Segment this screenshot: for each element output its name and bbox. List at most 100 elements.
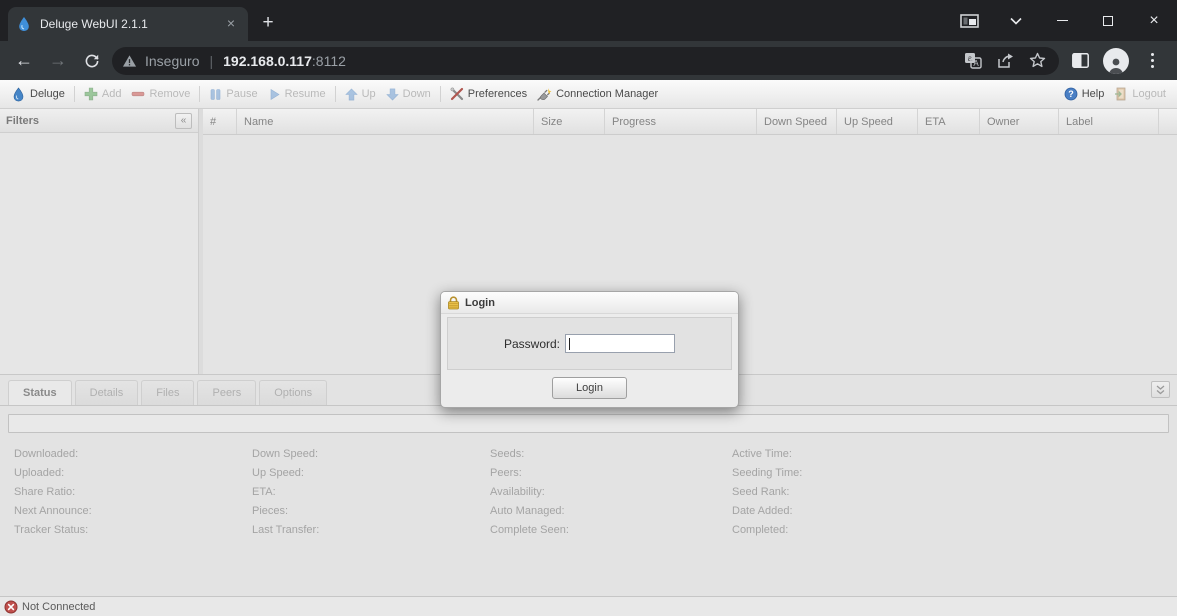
back-button[interactable]: ← xyxy=(10,47,38,75)
field-label-eta: ETA: xyxy=(252,483,490,502)
connection-status-text: Not Connected xyxy=(22,601,95,613)
chevron-down-icon[interactable] xyxy=(993,4,1039,38)
deluge-home-button[interactable]: Deluge xyxy=(6,84,70,105)
double-chevron-down-icon xyxy=(1156,385,1165,395)
field-label-tracker-status: Tracker Status: xyxy=(14,521,252,540)
field-label-seeds: Seeds: xyxy=(490,445,732,464)
browser-tab[interactable]: Deluge WebUI 2.1.1 × xyxy=(8,7,248,41)
login-dialog-body: Password: xyxy=(447,317,732,370)
status-progress-bar xyxy=(8,414,1169,433)
remove-torrent-button[interactable]: Remove xyxy=(126,84,195,104)
login-submit-button[interactable]: Login xyxy=(552,377,627,399)
security-label[interactable]: Inseguro xyxy=(145,53,199,69)
status-fields: Downloaded: Uploaded: Share Ratio: Next … xyxy=(0,441,1177,540)
toolbar-separator xyxy=(335,86,336,102)
queue-down-button[interactable]: Down xyxy=(381,85,436,104)
filters-panel: Filters « xyxy=(0,109,199,374)
login-dialog: Login Password: Login xyxy=(440,291,739,408)
tab-options[interactable]: Options xyxy=(259,380,327,405)
deluge-favicon-droplet-icon xyxy=(16,16,32,32)
pause-button[interactable]: Pause xyxy=(204,85,262,104)
field-label-pieces: Pieces: xyxy=(252,502,490,521)
column-header-progress[interactable]: Progress xyxy=(605,109,757,134)
resume-button[interactable]: Resume xyxy=(263,85,331,104)
filters-collapse-button[interactable]: « xyxy=(175,113,192,129)
connection-statusbar: Not Connected xyxy=(0,596,1177,616)
column-header-name[interactable]: Name xyxy=(237,109,534,134)
filters-panel-header: Filters « xyxy=(0,109,198,133)
profile-avatar[interactable] xyxy=(1101,46,1131,76)
window-controls: × xyxy=(946,0,1177,41)
column-header-eta[interactable]: ETA xyxy=(918,109,980,134)
field-label-peers: Peers: xyxy=(490,464,732,483)
field-label-active-time: Active Time: xyxy=(732,445,1177,464)
tab-files[interactable]: Files xyxy=(141,380,194,405)
address-bar: ← → Inseguro | 192.168.0.117:8112 a A xyxy=(0,41,1177,80)
add-plus-icon xyxy=(84,87,98,101)
login-dialog-title: Login xyxy=(465,297,495,309)
remove-minus-icon xyxy=(131,87,145,101)
url-field[interactable]: Inseguro | 192.168.0.117:8112 a A xyxy=(112,47,1059,75)
field-label-auto-managed: Auto Managed: xyxy=(490,502,732,521)
tab-preview-icon[interactable] xyxy=(946,4,993,38)
field-label-down-speed: Down Speed: xyxy=(252,445,490,464)
help-button[interactable]: ? Help xyxy=(1059,84,1110,104)
minimize-button[interactable] xyxy=(1039,4,1085,38)
password-input[interactable] xyxy=(565,334,675,353)
column-header-spacer xyxy=(1159,109,1177,134)
url-text[interactable]: 192.168.0.117:8112 xyxy=(223,53,346,69)
queue-up-button[interactable]: Up xyxy=(340,85,381,104)
logout-button[interactable]: Logout xyxy=(1109,84,1171,104)
browser-chrome: Deluge WebUI 2.1.1 × + × ← → xyxy=(0,0,1177,80)
column-header-up-speed[interactable]: Up Speed xyxy=(837,109,918,134)
column-header-down-speed[interactable]: Down Speed xyxy=(757,109,837,134)
not-connected-error-icon xyxy=(4,600,18,614)
field-label-last-transfer: Last Transfer: xyxy=(252,521,490,540)
deluge-logo-droplet-icon xyxy=(11,87,26,102)
maximize-button[interactable] xyxy=(1085,4,1131,38)
forward-button[interactable]: → xyxy=(44,47,72,75)
text-caret xyxy=(569,338,570,350)
svg-text:?: ? xyxy=(1068,89,1074,99)
arrow-up-icon xyxy=(345,88,358,101)
new-tab-button[interactable]: + xyxy=(254,10,282,38)
column-header-owner[interactable]: Owner xyxy=(980,109,1059,134)
column-header-label[interactable]: Label xyxy=(1059,109,1159,134)
translate-icon[interactable]: a A xyxy=(961,49,985,73)
preferences-button[interactable]: Preferences xyxy=(445,84,532,104)
field-label-completed: Completed: xyxy=(732,521,1177,540)
tab-details[interactable]: Details xyxy=(75,380,139,405)
field-label-next-announce: Next Announce: xyxy=(14,502,252,521)
detail-panel-collapse-button[interactable] xyxy=(1151,381,1170,398)
reload-button[interactable] xyxy=(78,47,106,75)
connection-manager-button[interactable]: Connection Manager xyxy=(532,84,663,104)
help-question-icon: ? xyxy=(1064,87,1078,101)
browser-menu-kebab-icon[interactable] xyxy=(1137,46,1167,76)
share-icon[interactable] xyxy=(993,49,1017,73)
field-label-availability: Availability: xyxy=(490,483,732,502)
toolbar-separator xyxy=(74,86,75,102)
field-label-downloaded: Downloaded: xyxy=(14,445,252,464)
url-port: :8112 xyxy=(312,53,346,69)
deluge-toolbar: Deluge Add Remove Pause Resume Up xyxy=(0,80,1177,109)
tab-close-icon[interactable]: × xyxy=(222,15,240,33)
pause-icon xyxy=(209,88,222,101)
field-label-share-ratio: Share Ratio: xyxy=(14,483,252,502)
add-torrent-button[interactable]: Add xyxy=(79,84,127,104)
column-header-number[interactable]: # xyxy=(203,109,237,134)
close-button[interactable]: × xyxy=(1131,4,1177,38)
column-header-size[interactable]: Size xyxy=(534,109,605,134)
bookmark-star-icon[interactable] xyxy=(1025,49,1049,73)
field-label-uploaded: Uploaded: xyxy=(14,464,252,483)
field-label-seed-rank: Seed Rank: xyxy=(732,483,1177,502)
tab-status[interactable]: Status xyxy=(8,380,72,405)
resume-play-icon xyxy=(268,88,281,101)
tab-peers[interactable]: Peers xyxy=(197,380,256,405)
preferences-tools-icon xyxy=(450,87,464,101)
field-label-complete-seen: Complete Seen: xyxy=(490,521,732,540)
field-label-up-speed: Up Speed: xyxy=(252,464,490,483)
side-panel-icon[interactable] xyxy=(1065,46,1095,76)
login-dialog-footer: Login xyxy=(441,370,738,406)
filters-title: Filters xyxy=(6,115,175,127)
not-secure-warning-icon[interactable] xyxy=(122,54,137,68)
